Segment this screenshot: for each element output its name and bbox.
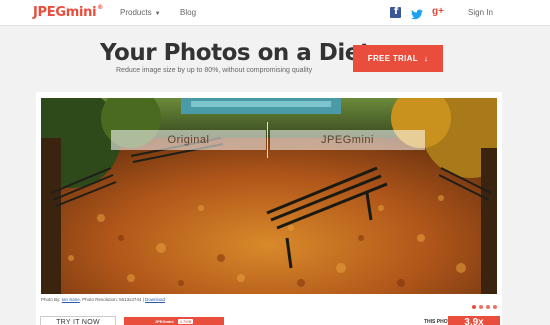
photo-comparison-card: Original JPEGmini Photo By: Ian Sane, Ph… [36,92,502,325]
free-trial-button[interactable]: FREE TRIAL ↓ [353,45,443,72]
autumn-park-image [41,98,497,294]
jpegmini-label: JPEGmini [270,130,425,150]
nav-blog-link[interactable]: Blog [180,8,196,17]
compression-ratio: 3.9x [448,316,500,325]
slide-dot[interactable] [493,305,497,309]
nav-products-menu[interactable]: Products ▼ [120,8,161,17]
facebook-icon[interactable]: f [390,6,401,18]
slide-dot[interactable] [472,305,476,309]
page-title: Your Photos on a Diet [100,40,371,66]
slide-indicators [472,305,497,309]
comparison-divider[interactable] [267,122,268,158]
original-label: Original [111,130,266,150]
arrow-down-icon: ↓ [423,54,429,63]
googleplus-icon[interactable]: g+ [432,6,446,17]
credit-author-link[interactable]: Ian Sane [62,297,80,302]
twitter-icon[interactable] [411,7,423,20]
jpegmini-logo[interactable]: JPEGmini® [33,4,103,20]
top-nav: JPEGmini® Products ▼ Blog f g+ Sign In [0,0,550,26]
mini-logo: JPEGmini [154,318,174,324]
photo-credit: Photo By: Ian Sane, Photo Resolution: 56… [41,297,166,302]
file-size-bar: JPEGmini 4.7MB [124,317,224,325]
sign-in-link[interactable]: Sign In [468,8,493,17]
try-it-now-button[interactable]: TRY IT NOW [40,316,116,325]
slide-dot[interactable] [479,305,483,309]
caret-down-icon: ▼ [154,11,161,17]
page-subtitle: Reduce image size by up to 80%, without … [116,67,313,74]
file-size-tag: 4.7MB [177,318,194,324]
slide-dot[interactable] [486,305,490,309]
comparison-photo[interactable]: Original JPEGmini [41,98,497,294]
download-link[interactable]: Download [145,297,165,302]
